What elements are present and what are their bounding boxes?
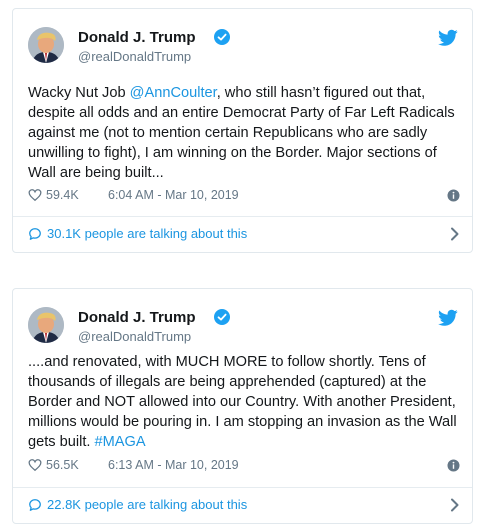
divider [13,216,472,217]
tweet-card[interactable]: Donald J. Trump @realDonaldTrump Wacky N… [12,8,473,253]
author-name[interactable]: Donald J. Trump [78,29,196,46]
tweet-text: Wacky Nut Job @AnnCoulter, who still has… [28,83,460,183]
tweet-text-part: Wacky Nut Job [28,85,130,101]
speech-bubble-icon [28,227,42,241]
twitter-bird-icon[interactable] [438,29,458,47]
talking-about-label: 22.8K people are talking about this [47,497,248,512]
tweet-header: Donald J. Trump @realDonaldTrump [28,307,458,347]
talking-about-link[interactable]: 22.8K people are talking about this [28,496,460,516]
tweet-meta: 56.5K 6:13 AM - Mar 10, 2019 [28,457,460,475]
talking-about-link[interactable]: 30.1K people are talking about this [28,225,460,245]
author-handle[interactable]: @realDonaldTrump [78,329,191,344]
author-name[interactable]: Donald J. Trump [78,309,196,326]
twitter-bird-icon[interactable] [438,309,458,327]
tweet-card[interactable]: Donald J. Trump @realDonaldTrump ....and… [12,288,473,524]
info-icon[interactable] [447,459,460,472]
info-icon[interactable] [447,189,460,202]
mention-link[interactable]: @AnnCoulter [130,85,217,101]
talking-about-label: 30.1K people are talking about this [47,226,248,241]
tweet-text-part: ....and renovated, with MUCH MORE to fol… [28,354,457,450]
heart-icon[interactable] [28,458,42,472]
hashtag-link[interactable]: #MAGA [95,434,146,450]
tweet-header: Donald J. Trump @realDonaldTrump [28,27,458,67]
tweet-meta: 59.4K 6:04 AM - Mar 10, 2019 [28,187,460,205]
verified-badge-icon [214,29,230,45]
heart-icon[interactable] [28,188,42,202]
timestamp[interactable]: 6:13 AM - Mar 10, 2019 [108,458,239,472]
tweet-text: ....and renovated, with MUCH MORE to fol… [28,352,460,452]
avatar[interactable] [28,27,64,63]
divider [13,487,472,488]
timestamp[interactable]: 6:04 AM - Mar 10, 2019 [108,188,239,202]
speech-bubble-icon [28,498,42,512]
chevron-right-icon[interactable] [450,498,460,512]
like-count[interactable]: 56.5K [46,458,79,472]
author-handle[interactable]: @realDonaldTrump [78,49,191,64]
avatar[interactable] [28,307,64,343]
verified-badge-icon [214,309,230,325]
like-count[interactable]: 59.4K [46,188,79,202]
chevron-right-icon[interactable] [450,227,460,241]
